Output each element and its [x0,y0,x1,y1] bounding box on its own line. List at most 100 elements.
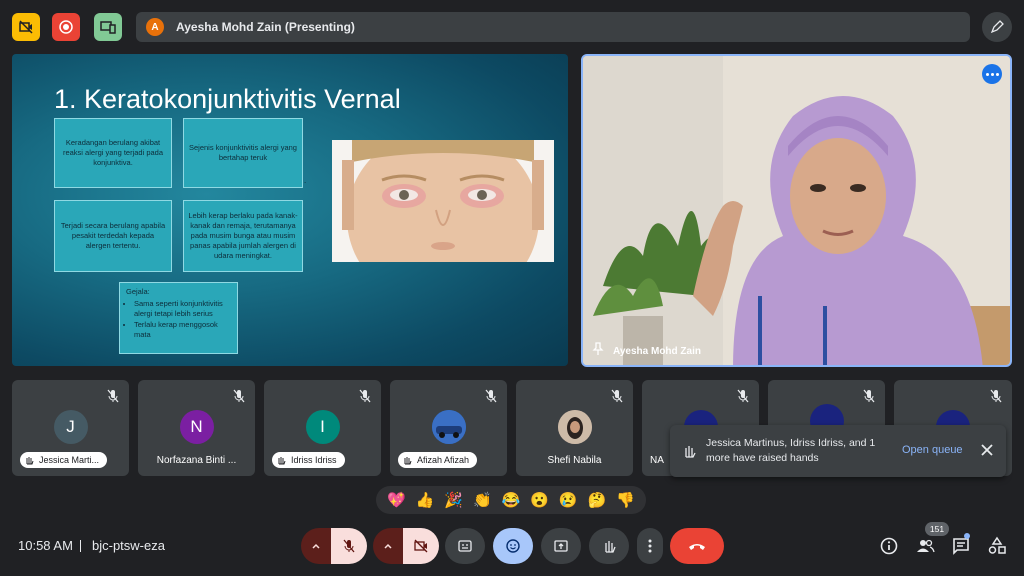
crying-reaction[interactable]: 😢 [559,491,578,509]
mic-toggle-button[interactable] [331,528,367,564]
emoji-icon [506,539,520,553]
mic-off-icon [343,539,355,553]
thinking-reaction[interactable]: 🤔 [588,491,607,509]
raised-hand-icon [278,457,286,465]
recording-button[interactable] [52,13,80,41]
party-popper-reaction[interactable]: 🎉 [444,491,463,509]
annotate-button[interactable] [982,12,1012,42]
video-options-button[interactable] [373,528,403,564]
pen-icon [990,20,1004,34]
devices-button[interactable] [94,13,122,41]
slide-period: . [304,176,307,185]
camera-toggle-button[interactable] [403,528,439,564]
participant-name: Jessica Marti... [39,455,100,465]
participant-tile[interactable]: N Norfazana Binti ... [138,380,255,476]
thumbs-down-reaction[interactable]: 👎 [616,491,635,509]
mic-off-icon [233,389,245,403]
mic-off-icon [990,389,1002,403]
more-options-button[interactable] [637,528,663,564]
info-icon[interactable] [879,536,899,556]
camera-off-icon [19,20,33,34]
raised-hand-icon [685,446,696,458]
hang-up-icon [689,544,705,550]
participant-tile[interactable]: Afizah Afizah [390,380,507,476]
chevron-up-icon [312,543,320,549]
participant-name: Norfazana Binti ... [156,455,237,466]
mic-off-icon [611,389,623,403]
presenter-avatar: A [146,18,164,36]
activities-icon[interactable] [987,536,1007,556]
presentation-slide: 1. Keratokonjunktivitis Vernal Keradanga… [12,54,568,366]
raised-hand-name-pill: Jessica Marti... [20,452,108,468]
captions-icon [458,540,472,552]
participant-tile[interactable]: Shefi Nabila [516,380,633,476]
mic-off-icon [485,389,497,403]
participant-name: Idriss Idriss [291,455,337,465]
slide-box-2: Sejenis konjunktivitis alergi yang berta… [183,118,303,188]
raised-hand-icon [26,457,34,465]
open-queue-link[interactable]: Open queue [902,444,963,456]
avatar-photo [431,410,466,444]
devices-icon [100,21,116,34]
present-screen-button[interactable] [541,528,581,564]
avatar-photo [557,410,592,444]
close-icon[interactable] [979,442,995,458]
laughing-reaction[interactable]: 😂 [502,491,521,509]
camera-off-icon [414,539,428,553]
avatar: I [305,410,340,444]
avatar: N [179,410,214,444]
mic-off-icon [863,389,875,403]
audio-options-button[interactable] [301,528,331,564]
no-camera-icon-button[interactable] [12,13,40,41]
more-vert-icon [648,539,652,553]
people-icon[interactable] [915,536,935,556]
reactions-button[interactable] [493,528,533,564]
presenting-banner: A Ayesha Mohd Zain (Presenting) [136,12,970,42]
raised-hand-icon [404,457,412,465]
people-count-badge: 151 [925,522,949,536]
reactions-bar: 💖 👍 🎉 👏 😂 😮 😢 🤔 👎 [376,486,646,514]
thumbs-up-reaction[interactable]: 👍 [416,491,435,509]
captions-button[interactable] [445,528,485,564]
slide-box-1: Keradangan berulang akibat reaksi alergi… [54,118,172,188]
participant-tile[interactable]: I Idriss Idriss [264,380,381,476]
clapping-reaction[interactable]: 👏 [473,491,492,509]
slide-symptoms-box: Gejala: Sama seperti konjunktivitis aler… [119,282,238,354]
camera-control [373,528,439,564]
leave-call-button[interactable] [670,528,724,564]
mic-control [301,528,367,564]
raised-hand-name-pill: Idriss Idriss [272,452,345,468]
slide-title: 1. Keratokonjunktivitis Vernal [54,84,401,114]
more-options-button[interactable] [982,64,1002,84]
mic-off-icon [737,389,749,403]
chat-unread-dot [964,533,970,539]
child-eyes-photo [332,140,554,262]
mic-off-icon [107,389,119,403]
record-icon [59,20,73,34]
present-icon [554,540,568,552]
avatar: J [53,410,88,444]
participant-name: Shefi Nabila [547,455,602,466]
chevron-up-icon [384,543,392,549]
chat-icon[interactable] [951,536,971,556]
pin-icon[interactable] [591,342,605,356]
presenting-label: Ayesha Mohd Zain (Presenting) [176,20,355,34]
participant-tile[interactable]: J Jessica Marti... [12,380,129,476]
raised-hands-notification: Jessica Martinus, Idriss Idriss, and 1 m… [670,425,1006,477]
raise-hand-button[interactable] [589,528,629,564]
presenter-name: Ayesha Mohd Zain [613,346,701,357]
symptoms-heading: Gejala: [126,287,150,296]
symptom-item: Sama seperti konjunktivitis alergi tetap… [134,299,231,319]
divider [80,540,81,552]
clock: 10:58 AM [18,538,73,553]
participant-name: Afizah Afizah [417,455,470,465]
surprised-reaction[interactable]: 😮 [530,491,549,509]
presenter-video [583,56,1010,365]
symptom-item: Terlalu kerap menggosok mata [134,320,231,340]
sparkling-heart-reaction[interactable]: 💖 [387,491,406,509]
slide-box-4: Lebih kerap berlaku pada kanak-kanak dan… [183,200,303,272]
raised-hand-name-pill: Afizah Afizah [398,452,478,468]
mic-off-icon [359,389,371,403]
presenter-video-tile[interactable]: Ayesha Mohd Zain [581,54,1012,367]
notification-text: Jessica Martinus, Idriss Idriss, and 1 m… [706,437,876,464]
